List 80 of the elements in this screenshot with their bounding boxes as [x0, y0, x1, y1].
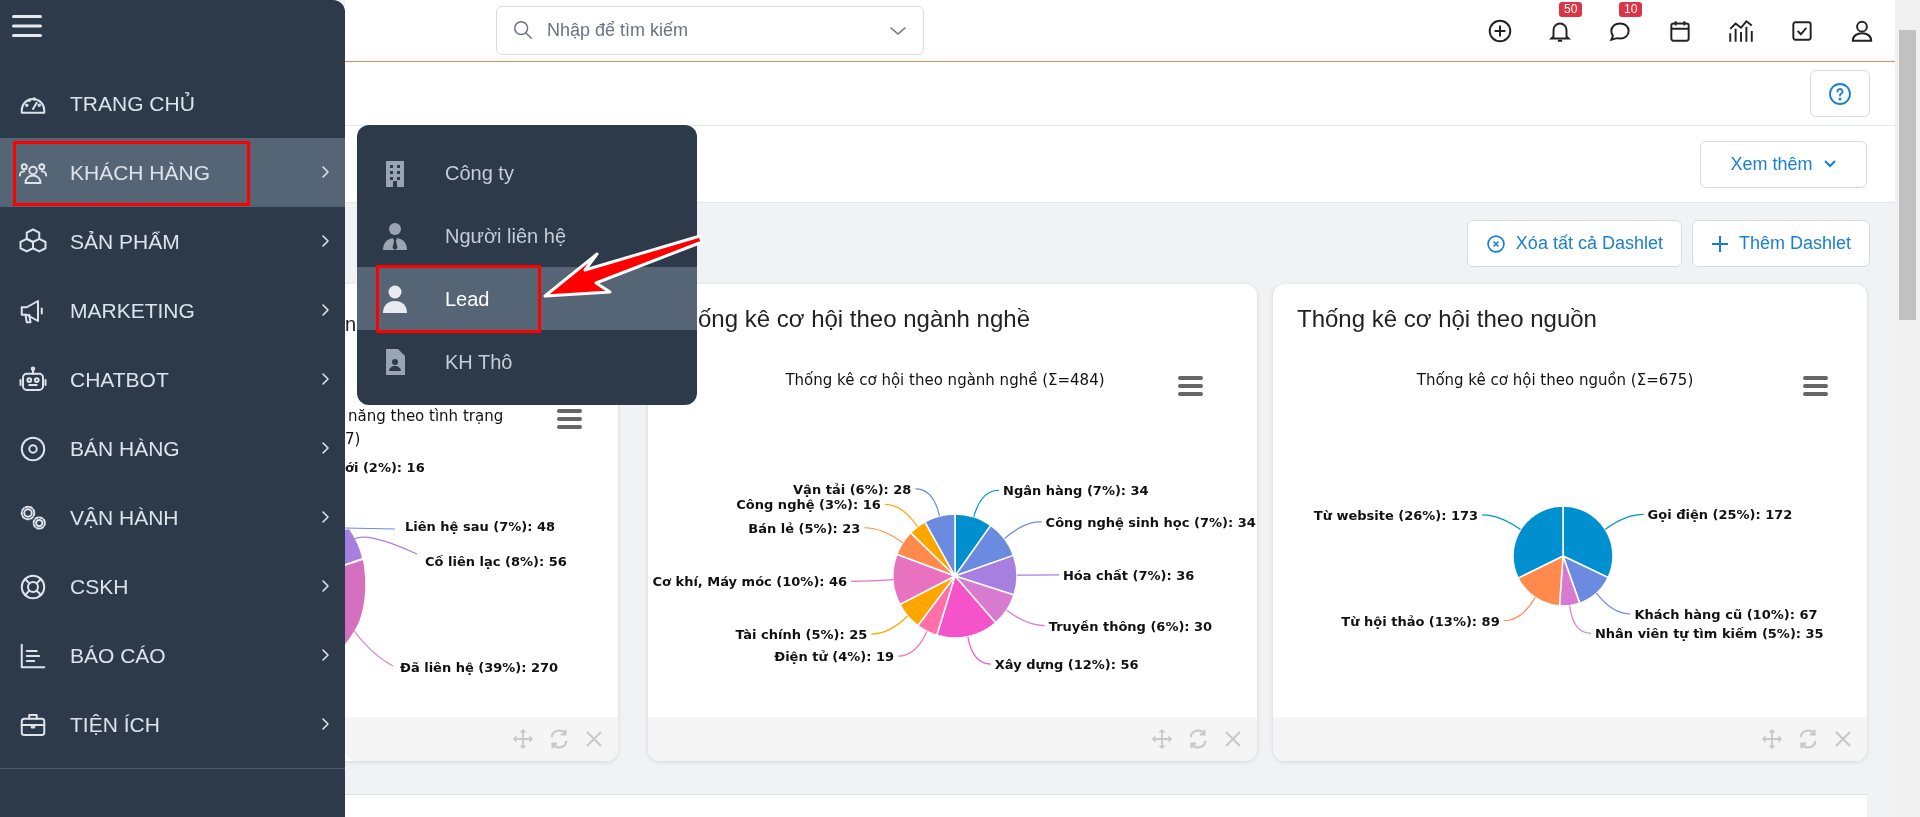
chart-title: Thống kê cơ hội theo ngành nghề (Σ=484)	[785, 371, 1105, 389]
data-label: Xây dựng (12%): 56	[994, 657, 1139, 673]
sidebar-item[interactable]: SẢN PHẨM	[0, 207, 345, 276]
notification-badge: 10	[1619, 1, 1643, 17]
sidebar-item[interactable]: TRANG CHỦ	[0, 69, 345, 138]
card-title: Thống kê cơ hội theo nguồn	[1297, 304, 1597, 334]
data-label: Cố liên lạc (8%): 56	[425, 554, 567, 569]
submenu-item[interactable]: Công ty	[357, 141, 697, 204]
data-label: Công nghệ sinh học (7%): 34	[1045, 514, 1256, 530]
leader-line	[1595, 592, 1632, 615]
leader-line	[1481, 514, 1522, 531]
chevron-down-icon	[1822, 159, 1837, 169]
help-icon	[1828, 81, 1852, 106]
data-label: Truyền thông (6%): 30	[1048, 618, 1213, 634]
submenu-item[interactable]: KH Thô	[357, 330, 697, 393]
leader-line	[345, 527, 396, 530]
leader-line	[1006, 609, 1046, 627]
add-dashlet-button[interactable]: Thêm Dashlet	[1691, 220, 1870, 267]
plus-icon	[1710, 234, 1729, 253]
data-label: Công nghệ (3%): 16	[736, 497, 881, 513]
chart-menu-icon[interactable]	[1803, 376, 1828, 396]
data-label: Khách hàng cũ (10%): 67	[1634, 607, 1818, 622]
data-label: Gọi điện (25%): 172	[1647, 507, 1793, 523]
leader-line	[348, 623, 394, 667]
chart-icon[interactable]	[1727, 17, 1755, 44]
leader-line	[1569, 604, 1592, 634]
leader-line	[967, 636, 992, 665]
sidebar-item[interactable]: KHÁCH HÀNG	[0, 138, 345, 207]
scrollbar[interactable]	[1895, 0, 1920, 817]
data-label: Bán lẻ (5%): 23	[748, 520, 861, 536]
data-label: Nhân viên tự tìm kiếm (5%): 35	[1594, 626, 1824, 642]
card-title: ống kê cơ hội theo ngành nghề	[698, 304, 1030, 334]
sidebar-item[interactable]: CSKH	[0, 552, 345, 621]
sidebar-item[interactable]: MARKETING	[0, 276, 345, 345]
sidebar-item[interactable]: BÁO CÁO	[0, 621, 345, 690]
leader-line	[870, 615, 909, 635]
data-label: Điện tử (4%): 19	[774, 649, 894, 665]
data-label: ới (2%): 16	[345, 460, 425, 475]
leader-line	[1503, 596, 1536, 622]
data-label: Từ hội thảo (13%): 89	[1341, 613, 1500, 629]
search-icon	[512, 19, 534, 41]
search-field[interactable]: Nhập để tìm kiếm	[496, 6, 924, 55]
chart-menu-icon[interactable]	[1178, 376, 1203, 396]
data-label: Đã liên hệ (39%): 270	[400, 660, 559, 675]
submenu-item[interactable]: Người liên hệ	[357, 204, 697, 267]
sidebar-item[interactable]: CHATBOT	[0, 345, 345, 414]
sidebar-item[interactable]: BÁN HÀNG	[0, 414, 345, 483]
leader-line	[1003, 521, 1043, 540]
person-icon	[381, 284, 409, 313]
leader-line	[1604, 513, 1645, 530]
menu-icon[interactable]	[12, 13, 42, 39]
leader-line	[1016, 574, 1060, 576]
notification-badge: 50	[1559, 1, 1583, 17]
leader-line	[914, 488, 941, 517]
person-tie-icon	[381, 221, 409, 250]
add-icon[interactable]	[1487, 17, 1513, 44]
data-label: Vận tải (6%): 28	[793, 481, 912, 497]
data-label: Hóa chất (7%): 36	[1063, 567, 1195, 583]
more-button[interactable]: Xem thêm	[1700, 140, 1867, 188]
leader-line	[897, 630, 928, 657]
data-label: Liên hệ sau (7%): 48	[405, 519, 555, 534]
close-circle-icon	[1485, 233, 1506, 254]
chevron-down-icon	[888, 24, 908, 38]
sidebar-item[interactable]: VẬN HÀNH	[0, 483, 345, 552]
sidebar-item[interactable]: TIỆN ÍCH	[0, 690, 345, 759]
data-label: Cơ khí, Máy móc (10%): 46	[652, 574, 848, 590]
leader-line	[352, 536, 418, 555]
chart-title: Thống kê cơ hội theo nguồn (Σ=675)	[1416, 371, 1694, 389]
data-label: Tài chính (5%): 25	[735, 627, 868, 643]
leader-line	[850, 579, 894, 582]
help-button[interactable]	[1810, 70, 1870, 117]
chart-title: 7)	[345, 430, 361, 448]
submenu-item[interactable]: Lead	[357, 267, 697, 330]
leader-line	[973, 489, 1000, 518]
chart-title: năng theo tình trạng	[348, 407, 504, 425]
chart-menu-icon[interactable]	[557, 409, 582, 429]
clear-all-button[interactable]: Xóa tất cả Dashlet	[1466, 220, 1682, 267]
card-title: n	[345, 312, 357, 337]
data-label: Từ website (26%): 173	[1313, 507, 1479, 523]
data-label: Ngân hàng (7%): 34	[1003, 483, 1149, 499]
